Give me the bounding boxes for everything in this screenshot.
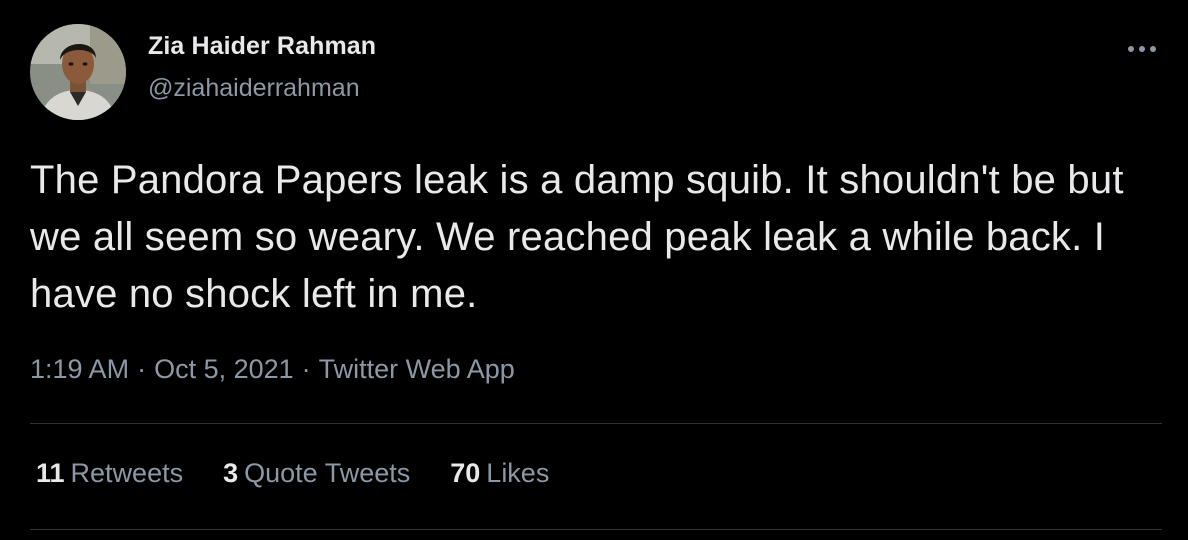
author-handle[interactable]: @ziahaiderrahman xyxy=(148,74,360,103)
tweet-time[interactable]: 1:19 AM xyxy=(30,354,129,385)
retweets-count: 11 xyxy=(36,458,65,488)
tweet-card: Zia Haider Rahman @ziahaiderrahman The P… xyxy=(0,0,1188,540)
divider xyxy=(30,529,1162,530)
more-options-button[interactable] xyxy=(1118,34,1166,64)
tweet-source[interactable]: Twitter Web App xyxy=(319,354,515,385)
retweets-label: Retweets xyxy=(70,458,184,488)
likes-stat[interactable]: 70 Likes xyxy=(450,458,549,489)
avatar[interactable] xyxy=(30,24,126,120)
meta-separator: · xyxy=(137,354,147,384)
quote-tweets-count: 3 xyxy=(223,458,239,488)
engagement-stats: 11 Retweets 3 Quote Tweets 70 Likes xyxy=(36,458,549,489)
tweet-text: The Pandora Papers leak is a damp squib.… xyxy=(30,158,1124,316)
quote-tweets-label: Quote Tweets xyxy=(244,458,411,488)
quote-tweets-stat[interactable]: 3 Quote Tweets xyxy=(223,458,410,489)
tweet-metadata: 1:19 AM · Oct 5, 2021 · Twitter Web App xyxy=(30,354,515,385)
divider xyxy=(30,423,1162,424)
author-name[interactable]: Zia Haider Rahman xyxy=(148,32,376,61)
likes-count: 70 xyxy=(450,458,481,488)
meta-separator: · xyxy=(301,354,311,384)
profile-photo-icon xyxy=(30,24,126,120)
likes-label: Likes xyxy=(486,458,550,488)
retweets-stat[interactable]: 11 Retweets xyxy=(36,458,183,489)
tweet-date[interactable]: Oct 5, 2021 xyxy=(154,354,294,385)
more-dots-icon xyxy=(1128,46,1156,52)
